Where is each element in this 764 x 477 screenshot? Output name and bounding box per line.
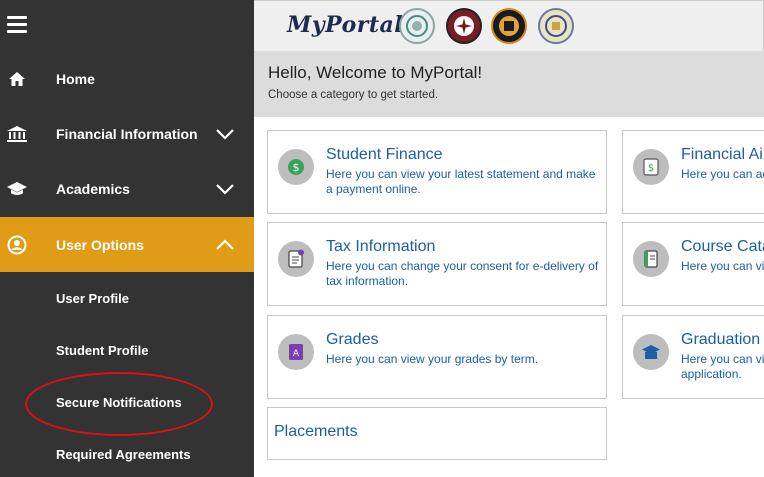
tax-document-icon: [278, 241, 314, 277]
card-placements[interactable]: Placements: [267, 407, 607, 460]
welcome-title: Hello, Welcome to MyPortal!: [268, 63, 483, 82]
welcome-banner: Hello, Welcome to MyPortal! Choose a cat…: [254, 51, 764, 117]
home-icon: [6, 68, 28, 90]
nav-label-academics: Academics: [56, 180, 130, 197]
money-icon: $: [633, 149, 669, 185]
sub-item-user-profile[interactable]: User Profile: [56, 291, 129, 306]
chevron-up-icon[interactable]: [216, 238, 234, 251]
card-title[interactable]: Grades: [326, 331, 378, 349]
svg-text:$: $: [293, 161, 300, 174]
card-description: Here you can ac: [681, 167, 764, 181]
notebook-icon: [633, 241, 669, 277]
nav-item-home[interactable]: Home: [0, 51, 254, 106]
header-bar: MyPortal: [254, 0, 764, 51]
hamburger-menu-icon[interactable]: [7, 16, 27, 34]
nav-label-home: Home: [56, 70, 95, 87]
portal-logo[interactable]: MyPortal: [287, 12, 403, 38]
card-grades[interactable]: A Grades Here you can view your grades b…: [267, 315, 607, 399]
card-course-catalog[interactable]: Course Cata Here you can vi: [622, 222, 764, 306]
category-grid: $ Student Finance Here you can view your…: [254, 117, 764, 477]
card-description: Here you can view your latest statement …: [326, 167, 596, 196]
nav-label-user-options: User Options: [56, 236, 144, 253]
graduation-cap-icon: [6, 178, 28, 200]
chevron-down-icon[interactable]: [216, 128, 234, 140]
card-graduation[interactable]: Graduation Here you can vi application.: [622, 315, 764, 399]
card-student-finance[interactable]: $ Student Finance Here you can view your…: [267, 130, 607, 214]
grades-icon: A: [278, 334, 314, 370]
nav-label-financial-information: Financial Information: [56, 125, 198, 142]
card-title[interactable]: Graduation: [681, 331, 760, 349]
card-description: Here you can vi application.: [681, 352, 764, 381]
card-description: Here you can change your consent for e-d…: [326, 259, 599, 288]
nav-item-user-options[interactable]: User Options: [0, 217, 254, 272]
sidebar: Home Financial Information Academics Use…: [0, 0, 254, 477]
seal-1-icon: [399, 8, 435, 44]
card-title[interactable]: Student Finance: [326, 146, 443, 164]
card-tax-information[interactable]: Tax Information Here you can change your…: [267, 222, 607, 306]
sub-item-student-profile[interactable]: Student Profile: [56, 343, 148, 358]
nav-item-academics[interactable]: Academics: [0, 161, 254, 216]
dollar-icon: $: [278, 149, 314, 185]
card-description: Here you can view your grades by term.: [326, 352, 539, 366]
card-description: Here you can vi: [681, 259, 764, 273]
main-area: MyPortal Hello, Welcome to MyPortal! Cho…: [254, 0, 764, 477]
welcome-subtitle: Choose a category to get started.: [268, 89, 439, 101]
bank-icon: [6, 123, 28, 145]
highlight-circle: [25, 372, 213, 436]
svg-text:$: $: [648, 163, 654, 174]
card-financial-aid[interactable]: $ Financial Ai Here you can ac: [622, 130, 764, 214]
seal-4-icon: [538, 8, 574, 44]
graduation-icon: [633, 334, 669, 370]
card-title[interactable]: Tax Information: [326, 238, 435, 256]
sub-item-required-agreements[interactable]: Required Agreements: [56, 447, 191, 462]
card-title[interactable]: Financial Ai: [681, 146, 763, 164]
card-title[interactable]: Course Cata: [681, 238, 764, 256]
chevron-down-icon[interactable]: [216, 183, 234, 195]
seal-3-icon: [491, 8, 527, 44]
nav-item-financial-information[interactable]: Financial Information: [0, 106, 254, 161]
svg-text:A: A: [293, 349, 300, 359]
user-icon: [6, 234, 28, 256]
card-title[interactable]: Placements: [274, 423, 358, 441]
seal-2-icon: [446, 8, 482, 44]
